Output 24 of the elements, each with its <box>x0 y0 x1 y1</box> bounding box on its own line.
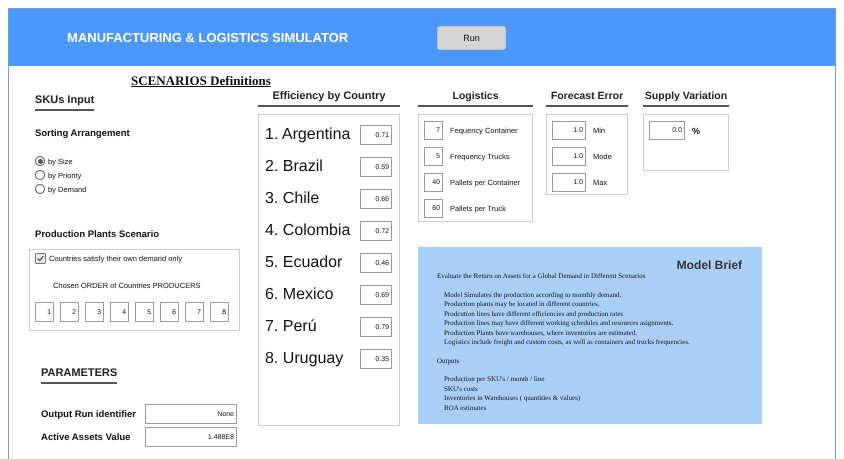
section-heading: SKUs Input <box>35 94 94 111</box>
section-heading: Efficiency by Country <box>258 90 400 107</box>
section-title: SCENARIOS Definitions <box>131 73 271 89</box>
section-heading: Supply Variation <box>643 90 729 107</box>
panel-title: Model Brief <box>676 258 742 272</box>
checkbox[interactable] <box>35 253 46 264</box>
country-label: 7. Perú <box>265 318 317 336</box>
field-label: Output Run identifier <box>41 408 137 420</box>
app-title: MANUFACTURING & LOGISTICS SIMULATOR <box>67 30 350 45</box>
country-label: 4. Colombia <box>265 222 350 240</box>
country-label: 6. Mexico <box>265 286 334 304</box>
country-label: 1. Argentina <box>265 126 350 144</box>
run-button[interactable]: Run <box>437 26 506 50</box>
group-label: Sorting Arrangement <box>35 128 130 139</box>
section-heading: Forecast Error <box>546 90 628 107</box>
section-heading: Logistics <box>418 90 533 107</box>
unit-label: % <box>692 126 700 136</box>
country-label: 8. Uruguay <box>265 350 344 368</box>
group-label: Production Plants Scenario <box>35 229 160 240</box>
country-label: 3. Chile <box>265 190 320 208</box>
country-label: 2. Brazil <box>265 158 323 176</box>
field-label: Active Assets Value <box>41 432 132 442</box>
section-heading: PARAMETERS <box>41 367 118 384</box>
country-label: 5. Ecuador <box>265 254 342 272</box>
